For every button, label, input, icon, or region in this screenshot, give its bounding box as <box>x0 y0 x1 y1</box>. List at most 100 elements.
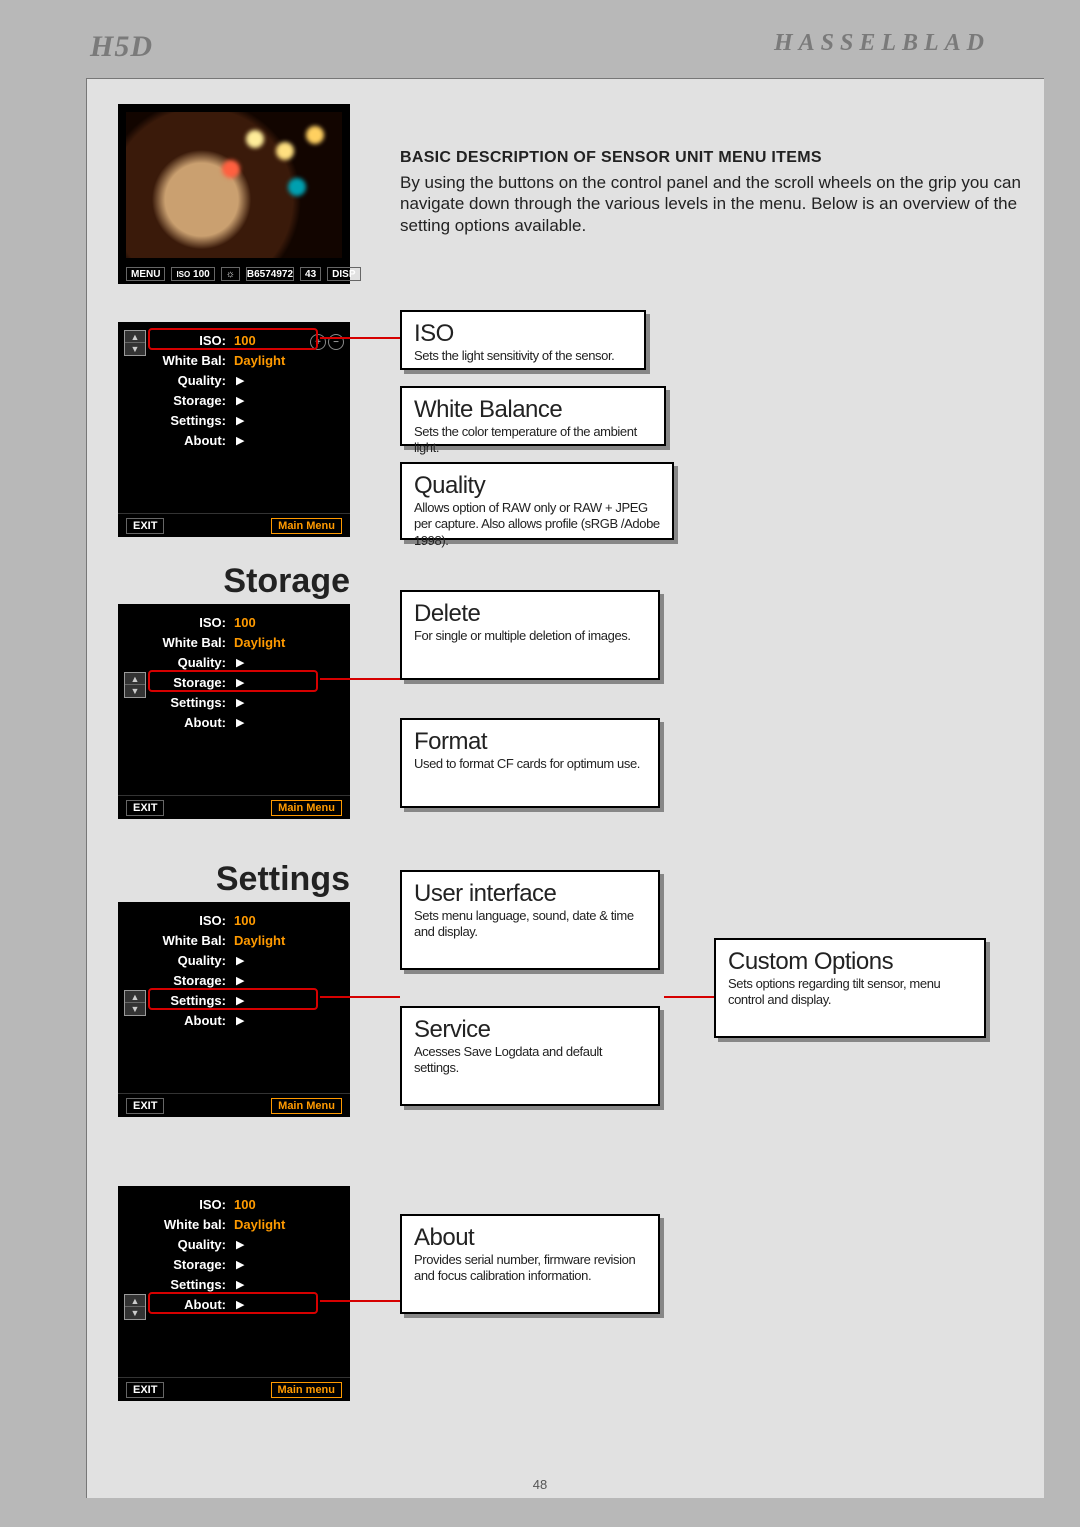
menu-screenshot-about: ▲▼ ISO:100 White bal:Daylight Quality:▶ … <box>118 1186 350 1401</box>
menu-label-quality: Quality: <box>118 655 234 670</box>
arrow-right-icon: ▶ <box>236 394 244 407</box>
page-number: 48 <box>533 1477 547 1492</box>
info-desc: Provides serial number, firmware revisio… <box>414 1252 646 1285</box>
info-title: About <box>414 1224 646 1252</box>
info-about: About Provides serial number, firmware r… <box>400 1214 660 1314</box>
info-service: Service Acesses Save Logdata and default… <box>400 1006 660 1106</box>
arrow-right-icon: ▶ <box>236 374 244 387</box>
info-delete: Delete For single or multiple deletion o… <box>400 590 660 680</box>
spinner-icon: ▲▼ <box>124 672 146 698</box>
page-header-right: HASSELBLAD <box>774 30 990 57</box>
menu-exit: EXIT <box>126 1382 164 1398</box>
arrow-right-icon: ▶ <box>236 1238 244 1251</box>
menu-screenshot-iso: ▲▼ +− ISO:100 White Bal:Daylight Quality… <box>118 322 350 537</box>
intro-block: Basic Description Of Sensor Unit Menu It… <box>400 148 1028 236</box>
menu-label-storage: Storage: <box>118 973 234 988</box>
preview-count: 43 <box>300 267 321 281</box>
menu-label-quality: Quality: <box>118 373 234 388</box>
info-title: Delete <box>414 600 646 628</box>
menu-highlight <box>148 328 318 350</box>
spinner-icon: ▲▼ <box>124 330 146 356</box>
arrow-right-icon: ▶ <box>236 1278 244 1291</box>
preview-disp: DISP <box>327 267 360 281</box>
connector-line <box>320 1300 400 1302</box>
camera-preview: MENU ISO 100 ☼ B6574972 43 DISP <box>118 104 350 284</box>
info-desc: Sets the light sensitivity of the sensor… <box>414 348 632 364</box>
menu-mainmenu: Main Menu <box>271 800 342 816</box>
info-desc: For single or multiple deletion of image… <box>414 628 646 644</box>
arrow-right-icon: ▶ <box>236 716 244 729</box>
info-desc: Sets menu language, sound, date & time a… <box>414 908 646 941</box>
arrow-right-icon: ▶ <box>236 696 244 709</box>
info-title: Format <box>414 728 646 756</box>
info-title: User interface <box>414 880 646 908</box>
arrow-right-icon: ▶ <box>236 954 244 967</box>
connector-line <box>320 996 400 998</box>
connector-line <box>320 678 400 680</box>
menu-label-settings: Settings: <box>118 1277 234 1292</box>
arrow-right-icon: ▶ <box>236 434 244 447</box>
arrow-right-icon: ▶ <box>236 974 244 987</box>
menu-label-wb: White Bal: <box>118 933 234 948</box>
connector-line <box>664 996 714 998</box>
menu-highlight <box>148 1292 318 1314</box>
info-title: Service <box>414 1016 646 1044</box>
menu-highlight <box>148 988 318 1010</box>
section-heading-settings: Settings <box>118 860 350 899</box>
intro-title: Basic Description Of Sensor Unit Menu It… <box>400 148 1028 168</box>
info-desc: Allows option of RAW only or RAW + JPEG … <box>414 500 660 549</box>
menu-label-iso: ISO: <box>118 913 234 928</box>
preview-serial: B6574972 <box>246 267 294 281</box>
preview-menu: MENU <box>126 267 165 281</box>
preview-image <box>126 112 342 258</box>
menu-label-about: About: <box>118 433 234 448</box>
intro-body: By using the buttons on the control pane… <box>400 172 1028 236</box>
arrow-right-icon: ▶ <box>236 414 244 427</box>
menu-label-iso: ISO: <box>118 1197 234 1212</box>
menu-screenshot-storage: ▲▼ ISO:100 White Bal:Daylight Quality:▶ … <box>118 604 350 819</box>
brightness-icon: ☼ <box>221 267 240 281</box>
menu-value-wb: Daylight <box>234 353 285 368</box>
page-header-left: H5D <box>90 30 153 64</box>
info-desc: Acesses Save Logdata and default setting… <box>414 1044 646 1077</box>
preview-status-bar: MENU ISO 100 ☼ B6574972 43 DISP <box>118 266 350 282</box>
info-title: White Balance <box>414 396 652 424</box>
arrow-right-icon: ▶ <box>236 656 244 669</box>
section-heading-storage: Storage <box>118 562 350 601</box>
menu-label-storage: Storage: <box>118 393 234 408</box>
menu-exit: EXIT <box>126 1098 164 1114</box>
menu-screenshot-settings: ▲▼ ISO:100 White Bal:Daylight Quality:▶ … <box>118 902 350 1117</box>
menu-label-settings: Settings: <box>118 413 234 428</box>
info-custom: Custom Options Sets options regarding ti… <box>714 938 986 1038</box>
info-iso: ISO Sets the light sensitivity of the se… <box>400 310 646 370</box>
menu-label-iso: ISO: <box>118 615 234 630</box>
connector-line <box>320 337 400 339</box>
info-desc: Sets the color temperature of the ambien… <box>414 424 652 457</box>
spinner-icon: ▲▼ <box>124 990 146 1016</box>
menu-mainmenu: Main menu <box>271 1382 342 1398</box>
menu-label-about: About: <box>118 715 234 730</box>
info-title: ISO <box>414 320 632 348</box>
arrow-right-icon: ▶ <box>236 1014 244 1027</box>
info-format: Format Used to format CF cards for optim… <box>400 718 660 808</box>
info-title: Custom Options <box>728 948 972 976</box>
menu-label-wb: White Bal: <box>118 635 234 650</box>
spinner-icon: ▲▼ <box>124 1294 146 1320</box>
arrow-right-icon: ▶ <box>236 1258 244 1271</box>
info-desc: Used to format CF cards for optimum use. <box>414 756 646 772</box>
menu-label-wb: White bal: <box>118 1217 234 1232</box>
info-title: Quality <box>414 472 660 500</box>
info-desc: Sets options regarding tilt sensor, menu… <box>728 976 972 1009</box>
menu-label-quality: Quality: <box>118 1237 234 1252</box>
menu-mainmenu: Main Menu <box>271 518 342 534</box>
menu-highlight <box>148 670 318 692</box>
menu-label-quality: Quality: <box>118 953 234 968</box>
menu-label-storage: Storage: <box>118 1257 234 1272</box>
menu-exit: EXIT <box>126 800 164 816</box>
preview-iso: ISO 100 <box>171 267 214 281</box>
info-wb: White Balance Sets the color temperature… <box>400 386 666 446</box>
menu-exit: EXIT <box>126 518 164 534</box>
info-quality: Quality Allows option of RAW only or RAW… <box>400 462 674 540</box>
info-ui: User interface Sets menu language, sound… <box>400 870 660 970</box>
menu-mainmenu: Main Menu <box>271 1098 342 1114</box>
